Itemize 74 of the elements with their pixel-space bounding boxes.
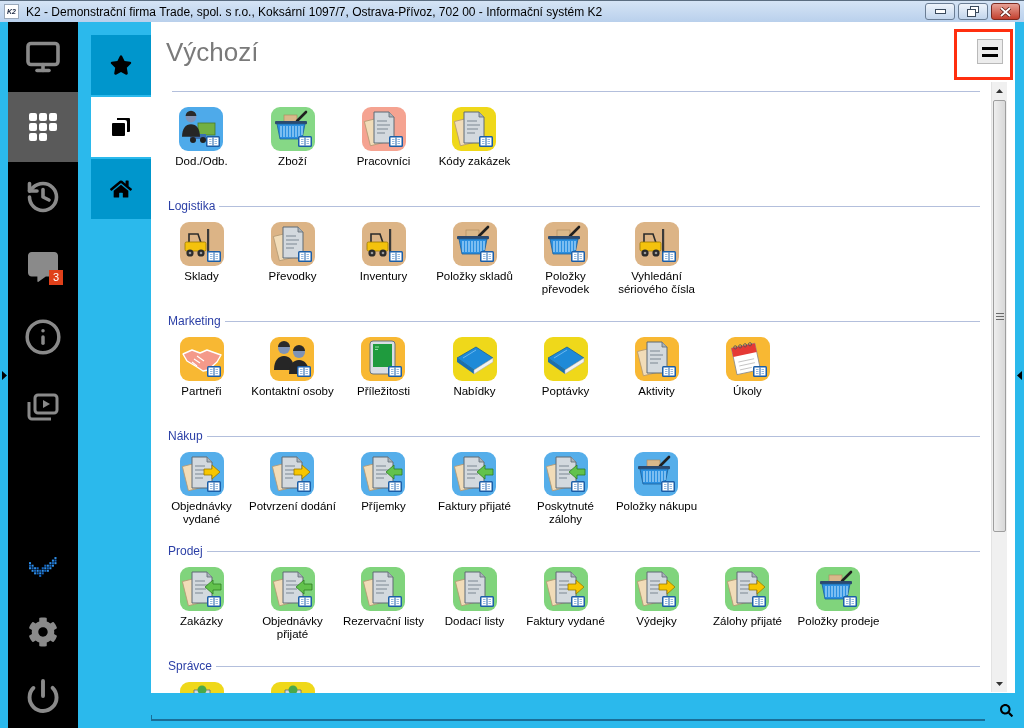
caret-left-icon bbox=[1017, 370, 1022, 380]
module-tile[interactable]: Zakázky bbox=[179, 567, 224, 628]
module-tile[interactable]: Potvrzení dodání bbox=[249, 452, 336, 513]
unread-count: 3 bbox=[49, 270, 63, 285]
restore-button[interactable] bbox=[958, 3, 988, 20]
search-field[interactable] bbox=[151, 715, 985, 721]
tab[interactable] bbox=[91, 97, 151, 157]
module-tile[interactable]: Vyhledání sériového čísla bbox=[612, 222, 701, 296]
monitor-icon bbox=[25, 39, 61, 75]
section-title: Správce bbox=[168, 658, 213, 674]
caret-up-icon bbox=[996, 88, 1003, 93]
module-tile[interactable]: Rezervační listy bbox=[342, 567, 425, 628]
scrollbar[interactable] bbox=[991, 82, 1007, 692]
module-tile[interactable]: Objednávky vydané bbox=[157, 452, 246, 526]
tab[interactable] bbox=[91, 159, 151, 219]
menu-icon bbox=[982, 46, 998, 57]
settings-icon bbox=[28, 617, 58, 647]
tab[interactable] bbox=[91, 35, 151, 95]
module-tile[interactable]: Převodky bbox=[268, 222, 317, 283]
section-title: Logistika bbox=[168, 198, 216, 214]
close-button[interactable] bbox=[991, 3, 1020, 20]
module-tile[interactable]: Poptávky bbox=[541, 337, 590, 398]
scrollbar-thumb[interactable] bbox=[993, 100, 1006, 532]
power-icon bbox=[25, 678, 61, 714]
info-icon bbox=[24, 318, 62, 356]
star-icon bbox=[110, 54, 132, 76]
close-icon bbox=[999, 6, 1012, 17]
copy-icon bbox=[111, 117, 131, 137]
module-tile[interactable]: Poskytnuté zálohy bbox=[521, 452, 610, 526]
section-title: Prodej bbox=[168, 543, 203, 559]
page-title: Výchozí bbox=[166, 37, 259, 67]
module-tile[interactable]: Kontaktní osoby bbox=[251, 337, 334, 398]
dotted-logo-icon bbox=[29, 556, 57, 580]
module-tile[interactable]: Dod./Odb. bbox=[175, 107, 228, 168]
partial-module-tile[interactable] bbox=[270, 682, 315, 693]
module-tile[interactable]: Dodací listy bbox=[444, 567, 505, 628]
module-tile[interactable]: Zálohy přijaté bbox=[712, 567, 782, 628]
chat-icon bbox=[28, 252, 58, 282]
menu-button[interactable] bbox=[977, 39, 1003, 64]
section-title: Marketing bbox=[168, 313, 221, 329]
nav-button[interactable]: 3 bbox=[8, 232, 78, 302]
module-tile[interactable]: Příjemky bbox=[361, 452, 406, 513]
module-tile[interactable]: Nabídky bbox=[452, 337, 497, 398]
module-tile[interactable]: Kódy zakázek bbox=[438, 107, 511, 168]
module-tile[interactable]: Položky převodek bbox=[521, 222, 610, 296]
caret-down-icon bbox=[996, 681, 1003, 686]
module-tile[interactable]: Položky skladů bbox=[436, 222, 513, 283]
module-tile[interactable]: Zboží bbox=[270, 107, 315, 168]
module-tile[interactable]: Faktury přijaté bbox=[438, 452, 511, 513]
module-tile[interactable]: Položky prodeje bbox=[797, 567, 880, 628]
module-tile[interactable]: Příležitosti bbox=[356, 337, 410, 398]
nav-button[interactable] bbox=[8, 92, 78, 162]
grid-icon bbox=[29, 113, 57, 141]
section-title: Nákup bbox=[168, 428, 203, 444]
history-icon bbox=[25, 179, 61, 215]
module-tile[interactable]: Úkoly bbox=[725, 337, 770, 398]
play-gallery-icon bbox=[27, 393, 59, 421]
module-tile[interactable]: Aktivity bbox=[634, 337, 679, 398]
restore-icon bbox=[967, 6, 979, 17]
module-tile[interactable]: Položky nákupu bbox=[615, 452, 698, 513]
module-tile[interactable]: Pracovníci bbox=[356, 107, 411, 168]
home-icon bbox=[110, 178, 132, 200]
module-tile[interactable]: Inventury bbox=[359, 222, 408, 283]
window-title: K2 - Demonstrační firma Trade, spol. s r.o., Koksární 1097/7, Ostrava-Přívoz, 702 00 - Informační systém K2 bbox=[26, 4, 603, 19]
module-tile[interactable]: Sklady bbox=[179, 222, 224, 283]
minimize-button[interactable] bbox=[925, 3, 955, 20]
grip-icon bbox=[995, 312, 1004, 320]
search-icon[interactable] bbox=[1000, 704, 1013, 717]
module-tile[interactable]: Výdejky bbox=[634, 567, 679, 628]
module-tile[interactable]: Faktury vydané bbox=[526, 567, 605, 628]
module-tile[interactable]: Partneři bbox=[179, 337, 224, 398]
module-tile[interactable]: Objednávky přijaté bbox=[248, 567, 337, 641]
partial-module-tile[interactable] bbox=[179, 682, 224, 693]
minimize-icon bbox=[934, 9, 946, 14]
